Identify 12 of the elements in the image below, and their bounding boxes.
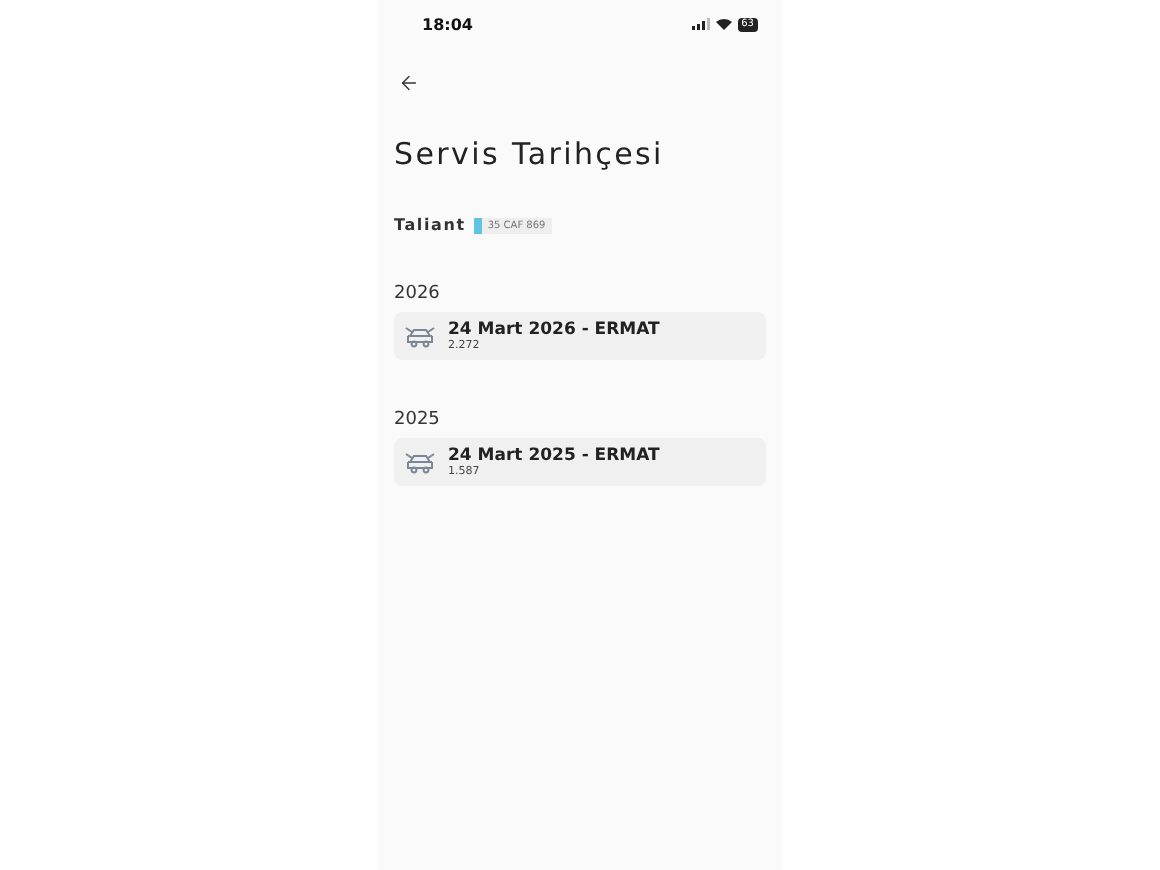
signal-icon [691, 18, 710, 30]
page-title: Servis Tarihçesi [394, 136, 666, 172]
back-button[interactable] [398, 72, 422, 96]
car-icon [404, 450, 436, 474]
year-heading: 2026 [394, 284, 442, 304]
wifi-icon [715, 18, 732, 30]
status-time: 18:04 [422, 15, 473, 33]
vehicle-model: Taliant [394, 216, 466, 234]
year-heading: 2025 [394, 410, 442, 430]
record-title: 24 Mart 2025 - ERMAT [448, 446, 660, 466]
record-title: 24 Mart 2026 - ERMAT [448, 320, 660, 340]
car-icon [404, 324, 436, 348]
